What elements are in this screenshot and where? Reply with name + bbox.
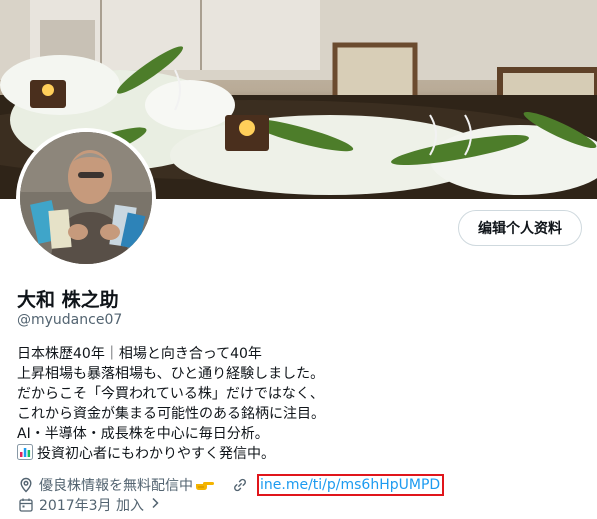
avatar-photo [20, 132, 152, 264]
joined-row: 2017年3月 加入 [17, 494, 160, 516]
bio-line: AI・半導体・成長株を中心に毎日分析。 [17, 426, 269, 442]
calendar-icon [17, 496, 35, 514]
profile-meta-row: 優良株情報を無料配信中 ine.me/ti/p/ms6hHpUMPD [17, 474, 445, 496]
bio-line: これから資金が集まる可能性のある銘柄に注目。 [17, 406, 325, 422]
bio-line: 日本株歴40年｜相場と向き合って40年 [17, 346, 262, 362]
profile-bio: 日本株歴40年｜相場と向き合って40年 上昇相場も暴落相場も、ひと通り経験しまし… [17, 344, 457, 464]
pointing-hand-emoji [195, 478, 215, 492]
display-name: 大和 株之助 [17, 289, 119, 311]
joined-date: 2017年3月 加入 [39, 498, 144, 514]
bio-line-text: 投資初心者にもわかりやすく発信中。 [37, 446, 275, 462]
link-icon [231, 476, 249, 494]
bio-line: 上昇相場も暴落相場も、ひと通り経験しました。 [17, 366, 325, 382]
user-handle: @myudance07 [17, 312, 123, 328]
bio-line: だからこそ「今買われている株」だけではなく、 [17, 386, 324, 402]
edit-profile-button[interactable]: 编辑个人资料 [458, 210, 582, 246]
avatar[interactable] [16, 128, 156, 268]
website-link[interactable]: ine.me/ti/p/ms6hHpUMPD [257, 474, 445, 496]
bar-chart-emoji [17, 444, 33, 460]
bio-line-with-chart: 投資初心者にもわかりやすく発信中。 [17, 444, 457, 464]
location-pin-icon [17, 476, 35, 494]
chevron-right-icon[interactable] [150, 497, 160, 513]
location-text: 優良株情報を無料配信中 [39, 478, 193, 494]
